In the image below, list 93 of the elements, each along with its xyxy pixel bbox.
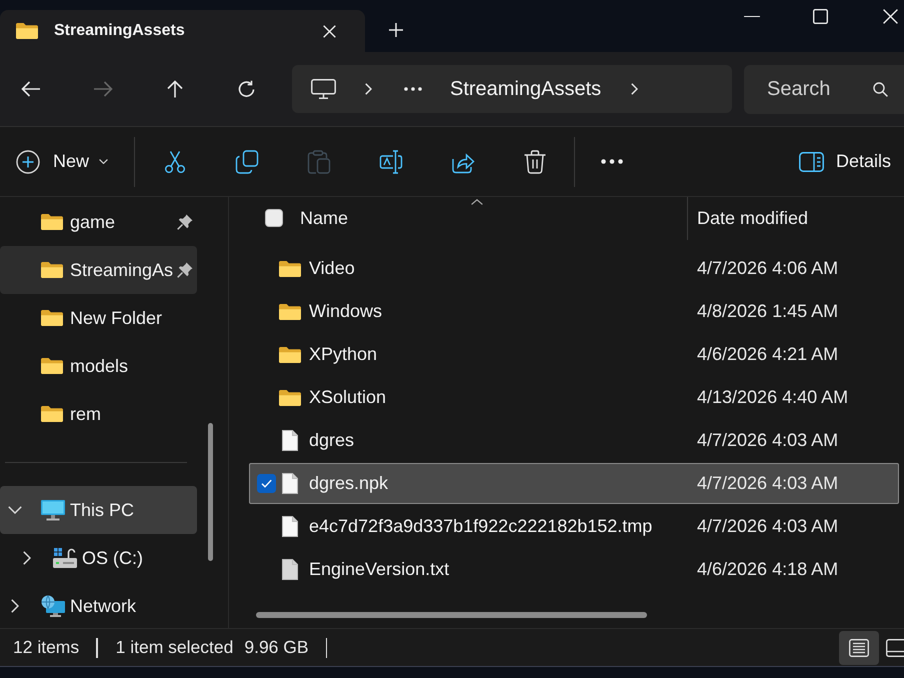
chevron-right-icon[interactable] bbox=[23, 551, 31, 565]
tree-item[interactable]: Network bbox=[0, 582, 197, 630]
minimize-icon[interactable] bbox=[744, 16, 760, 18]
column-header[interactable]: Date modified bbox=[688, 197, 818, 240]
address-bar[interactable]: StreamingAssets bbox=[292, 65, 732, 113]
horizontal-scrollbar[interactable] bbox=[256, 612, 647, 618]
file-name: XPython bbox=[309, 344, 378, 365]
file-icon bbox=[282, 430, 298, 451]
select-all-checkbox[interactable] bbox=[265, 209, 283, 227]
file-row[interactable]: Windows 4/8/2026 1:45 AM bbox=[249, 291, 899, 332]
item-count: 12 items bbox=[13, 637, 80, 658]
sidebar-item[interactable]: rem bbox=[0, 390, 197, 438]
file-icon bbox=[282, 516, 298, 537]
folder-icon bbox=[279, 260, 301, 276]
monitor-icon[interactable] bbox=[311, 79, 336, 99]
file-row[interactable]: dgres.npk 4/7/2026 4:03 AM bbox=[249, 463, 899, 504]
more-icon[interactable] bbox=[404, 87, 422, 91]
new-tab-icon[interactable] bbox=[389, 23, 403, 37]
search-icon[interactable] bbox=[873, 82, 888, 96]
modified-date: 4/6/2026 4:21 AM bbox=[697, 344, 838, 365]
modified-date: 4/7/2026 4:03 AM bbox=[697, 473, 838, 494]
chevron-right-icon[interactable] bbox=[11, 599, 19, 613]
selection-size: 9.96 GB bbox=[244, 637, 309, 658]
file-row[interactable]: EngineVersion.txt 4/6/2026 4:18 AM bbox=[249, 549, 899, 590]
details-button[interactable]: Details bbox=[798, 151, 891, 172]
text-file-icon bbox=[282, 559, 298, 580]
details-pane-icon bbox=[798, 152, 824, 172]
file-name: dgres bbox=[309, 430, 356, 451]
tree-item[interactable]: OS (C:) bbox=[0, 534, 197, 582]
file-row[interactable]: Video 4/7/2026 4:06 AM bbox=[249, 248, 899, 289]
trash-icon[interactable] bbox=[523, 150, 548, 174]
up-arrow-icon[interactable] bbox=[165, 80, 185, 98]
folder-icon bbox=[41, 310, 63, 326]
computer-icon bbox=[41, 499, 65, 521]
file-name: Windows bbox=[309, 301, 384, 322]
chevron-right-icon[interactable] bbox=[631, 83, 638, 95]
file-row[interactable]: e4c7d72f3a9d337b1f922c222182b152.tmp 4/7/2026 4:03 AM bbox=[249, 506, 899, 547]
folder-icon bbox=[279, 304, 301, 320]
more-icon[interactable] bbox=[601, 159, 624, 164]
network-icon bbox=[41, 595, 65, 617]
file-name: dgres.npk bbox=[309, 473, 390, 494]
tree-item[interactable]: This PC bbox=[0, 486, 197, 534]
plus-circle-icon bbox=[16, 150, 40, 174]
drive-icon bbox=[53, 547, 77, 569]
modified-date: 4/7/2026 4:06 AM bbox=[697, 258, 838, 279]
scissors-icon[interactable] bbox=[163, 150, 188, 174]
file-icon bbox=[282, 473, 298, 494]
modified-date: 4/8/2026 1:45 AM bbox=[697, 301, 838, 322]
modified-date: 4/7/2026 4:03 AM bbox=[697, 430, 838, 451]
close-tab-icon[interactable] bbox=[323, 24, 336, 38]
file-row[interactable]: XPython 4/6/2026 4:21 AM bbox=[249, 334, 899, 375]
caret-down-icon bbox=[99, 159, 108, 164]
pin-icon[interactable] bbox=[177, 214, 193, 230]
folder-icon bbox=[279, 346, 301, 362]
file-name: e4c7d72f3a9d337b1f922c222182b152.tmp bbox=[309, 516, 654, 537]
column-header[interactable]: Name bbox=[285, 197, 688, 240]
pin-icon[interactable] bbox=[177, 262, 193, 278]
file-name: Video bbox=[309, 258, 356, 279]
modified-date: 4/7/2026 4:03 AM bbox=[697, 516, 838, 537]
file-row[interactable]: dgres 4/7/2026 4:03 AM bbox=[249, 420, 899, 461]
sidebar-item[interactable]: game bbox=[0, 198, 197, 246]
folder-icon bbox=[41, 262, 63, 278]
search-field[interactable]: Search bbox=[744, 64, 904, 114]
sidebar-scrollbar[interactable] bbox=[208, 423, 213, 561]
tiles-view-icon bbox=[886, 638, 904, 656]
folder-icon bbox=[16, 23, 38, 39]
modified-date: 4/6/2026 4:18 AM bbox=[697, 559, 838, 580]
chevron-right-icon[interactable] bbox=[365, 83, 372, 95]
new-button[interactable]: New bbox=[16, 150, 108, 174]
file-row[interactable]: XSolution 4/13/2026 4:40 AM bbox=[249, 377, 899, 418]
close-icon[interactable] bbox=[883, 9, 898, 24]
breadcrumb-segment[interactable]: StreamingAssets bbox=[450, 78, 602, 100]
chevron-down-icon[interactable] bbox=[8, 506, 22, 514]
folder-icon bbox=[41, 214, 63, 230]
sidebar-item[interactable]: models bbox=[0, 342, 197, 390]
folder-icon bbox=[279, 390, 301, 406]
tab[interactable]: StreamingAssets bbox=[0, 10, 365, 52]
list-view-icon bbox=[849, 638, 869, 656]
sidebar-item[interactable]: StreamingAs bbox=[0, 246, 197, 294]
rename-icon[interactable] bbox=[379, 150, 404, 174]
folder-icon bbox=[41, 406, 63, 422]
modified-date: 4/13/2026 4:40 AM bbox=[697, 387, 848, 408]
copy-icon[interactable] bbox=[235, 150, 260, 174]
file-name: EngineVersion.txt bbox=[309, 559, 450, 580]
details-view-button[interactable] bbox=[839, 630, 879, 664]
folder-icon bbox=[41, 358, 63, 374]
refresh-icon[interactable] bbox=[237, 80, 257, 98]
back-arrow-icon[interactable] bbox=[21, 80, 41, 98]
maximize-icon[interactable] bbox=[813, 9, 828, 24]
file-name: XSolution bbox=[309, 387, 388, 408]
selection-count: 1 item selected bbox=[116, 637, 234, 658]
sidebar-item[interactable]: New Folder bbox=[0, 294, 197, 342]
row-checkbox[interactable] bbox=[257, 474, 276, 493]
